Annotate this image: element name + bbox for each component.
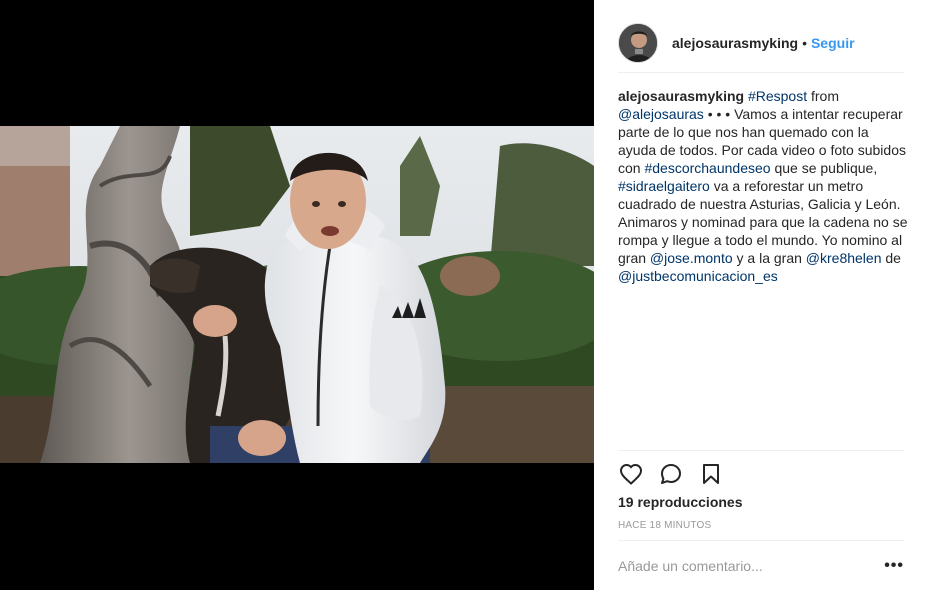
mention-jose-monto[interactable]: @jose.monto: [650, 250, 733, 266]
hashtag-descorchaundeseo[interactable]: #descorchaundeseo: [644, 160, 770, 176]
caption-author[interactable]: alejosaurasmyking: [618, 88, 744, 104]
bookmark-icon[interactable]: [698, 461, 724, 487]
post-sidebar: alejosaurasmyking • Seguir alejosaurasmy…: [594, 0, 926, 590]
heart-icon[interactable]: [618, 461, 644, 487]
mention-justbecomunicacion[interactable]: @justbecomunicacion_es: [618, 268, 778, 284]
header-separator: •: [802, 35, 807, 51]
caption-text-3: que se publique,: [770, 160, 878, 176]
hashtag-respost[interactable]: #Respost: [748, 88, 807, 104]
caption-text-6: de: [881, 250, 901, 266]
post-username[interactable]: alejosaurasmyking: [672, 35, 798, 51]
post-header: alejosaurasmyking • Seguir: [618, 14, 904, 73]
mention-alejosauras[interactable]: @alejosauras: [618, 106, 704, 122]
comment-bar: •••: [618, 540, 904, 591]
post-timestamp[interactable]: HACE 18 MINUTOS: [618, 520, 711, 531]
view-count[interactable]: 19 reproducciones: [618, 494, 743, 510]
user-avatar[interactable]: [618, 23, 658, 63]
follow-button[interactable]: Seguir: [811, 35, 855, 51]
mention-kre8helen[interactable]: @kre8helen: [806, 250, 882, 266]
post-modal: alejosaurasmyking • Seguir alejosaurasmy…: [0, 0, 926, 590]
comment-input[interactable]: [618, 558, 885, 574]
comment-icon[interactable]: [658, 461, 684, 487]
post-caption: alejosaurasmyking #Respost from @alejosa…: [618, 87, 908, 285]
video-player[interactable]: [0, 0, 594, 590]
video-frame[interactable]: [0, 126, 594, 463]
more-options-icon[interactable]: •••: [884, 558, 904, 574]
caption-text-5: y a la gran: [732, 250, 806, 266]
hashtag-sidraelgaitero[interactable]: #sidraelgaitero: [618, 178, 710, 194]
action-bar: [618, 450, 904, 497]
caption-text-1: from: [807, 88, 839, 104]
